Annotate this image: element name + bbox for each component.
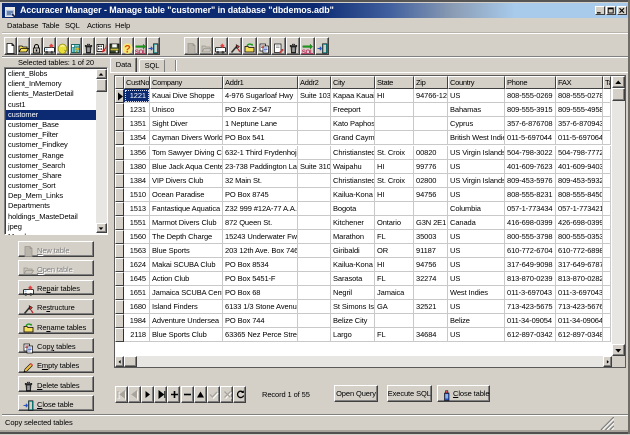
svg-text:?: ?: [124, 44, 131, 54]
svg-text:SQL: SQL: [302, 49, 313, 54]
svg-text:SQL: SQL: [135, 49, 146, 54]
